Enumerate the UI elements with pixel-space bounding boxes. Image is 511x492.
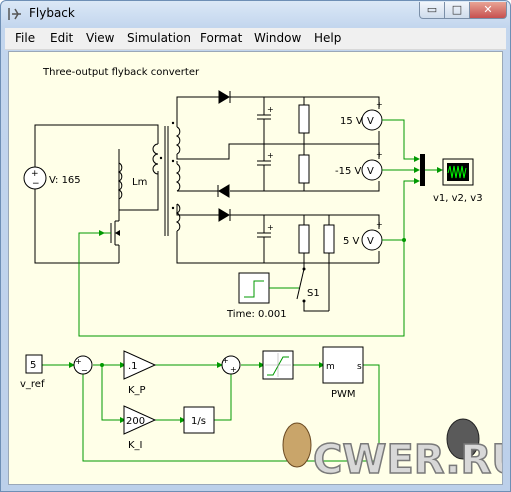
switch-s1[interactable] — [296, 268, 305, 300]
window-title: Flyback — [29, 6, 75, 20]
gain-kp[interactable]: .1 — [123, 350, 157, 380]
sum-block-error[interactable]: + − — [73, 355, 93, 375]
svg-text:+: + — [376, 220, 383, 229]
svg-text:V: V — [367, 236, 374, 247]
voltmeter-15v[interactable]: V — [361, 109, 383, 131]
schematic-diagram: Three-output flyback converter + − V: 16… — [20, 67, 503, 484]
menu-file[interactable]: File — [15, 31, 35, 45]
signal-mux[interactable] — [420, 154, 425, 186]
step-label: Time: 0.001 — [226, 309, 287, 320]
app-icon — [8, 8, 21, 20]
svg-text:+: + — [31, 169, 39, 179]
svg-text:+: + — [376, 150, 383, 159]
saturation-block[interactable] — [262, 350, 294, 380]
menu-format[interactable]: Format — [200, 31, 242, 45]
ref-label: v_ref — [20, 379, 45, 390]
watermark: CWER.RU — [282, 418, 503, 484]
close-button[interactable]: ✕ — [469, 2, 507, 19]
sum-block-pi[interactable]: + + — [221, 355, 241, 375]
svg-text:200: 200 — [126, 416, 145, 427]
menu-help[interactable]: Help — [314, 31, 341, 45]
svg-text:+: + — [376, 100, 383, 109]
svg-text:m: m — [326, 362, 335, 372]
scope-label: v1, v2, v3 — [433, 193, 483, 204]
source-label: V: 165 — [49, 175, 81, 186]
maximize-button[interactable]: □ — [444, 2, 470, 19]
svg-text:+: + — [267, 105, 274, 114]
svg-text:−: − — [81, 366, 88, 375]
reference-block[interactable]: 5 — [25, 354, 43, 374]
load-resistors[interactable] — [298, 97, 335, 312]
title-bar[interactable]: Flyback ▭ □ ✕ — [1, 1, 510, 27]
scope-block[interactable] — [442, 158, 474, 186]
menu-simulation[interactable]: Simulation — [127, 31, 191, 45]
menu-view[interactable]: View — [86, 31, 114, 45]
volt2-label: -15 V — [335, 166, 362, 177]
dc-voltage-source[interactable]: + − — [23, 166, 47, 190]
svg-text:+: + — [222, 356, 229, 365]
svg-text:.1: .1 — [128, 361, 138, 372]
svg-text:+: + — [267, 151, 274, 160]
step-block[interactable] — [238, 272, 270, 304]
svg-text:+: + — [230, 365, 237, 374]
svg-text:s: s — [357, 362, 362, 372]
menu-edit[interactable]: Edit — [50, 31, 73, 45]
menu-bar: File Edit View Simulation Format Window … — [5, 28, 506, 50]
svg-text:CWER.RU: CWER.RU — [313, 437, 503, 483]
ki-label: K_I — [128, 440, 143, 451]
minimize-button[interactable]: ▭ — [419, 2, 445, 19]
inductor-label: Lm — [132, 177, 147, 188]
schematic-canvas[interactable]: Three-output flyback converter + − V: 16… — [8, 51, 503, 485]
gain-ki[interactable]: 200 — [123, 405, 157, 435]
svg-text:+: + — [267, 223, 274, 232]
volt1-label: 15 V — [340, 116, 363, 127]
pwm-label: PWM — [331, 389, 356, 400]
switch-label: S1 — [307, 288, 320, 299]
volt3-label: 5 V — [343, 236, 360, 247]
capacitors[interactable] — [257, 97, 271, 263]
integrator-block[interactable]: 1/s — [183, 406, 215, 434]
voltmeter-neg15v[interactable]: V — [361, 159, 383, 181]
application-window: Flyback ▭ □ ✕ File Edit View Simulation … — [0, 0, 511, 492]
voltmeter-5v[interactable]: V — [361, 229, 383, 251]
pwm-block[interactable]: m s — [322, 346, 364, 384]
svg-text:1/s: 1/s — [191, 416, 206, 427]
svg-text:+: + — [75, 357, 82, 366]
menu-window[interactable]: Window — [254, 31, 301, 45]
svg-text:−: − — [32, 179, 40, 189]
svg-text:V: V — [367, 166, 374, 177]
schematic-heading: Three-output flyback converter — [42, 67, 200, 78]
svg-text:V: V — [367, 116, 374, 127]
kp-label: K_P — [128, 385, 146, 396]
svg-text:5: 5 — [30, 360, 36, 371]
